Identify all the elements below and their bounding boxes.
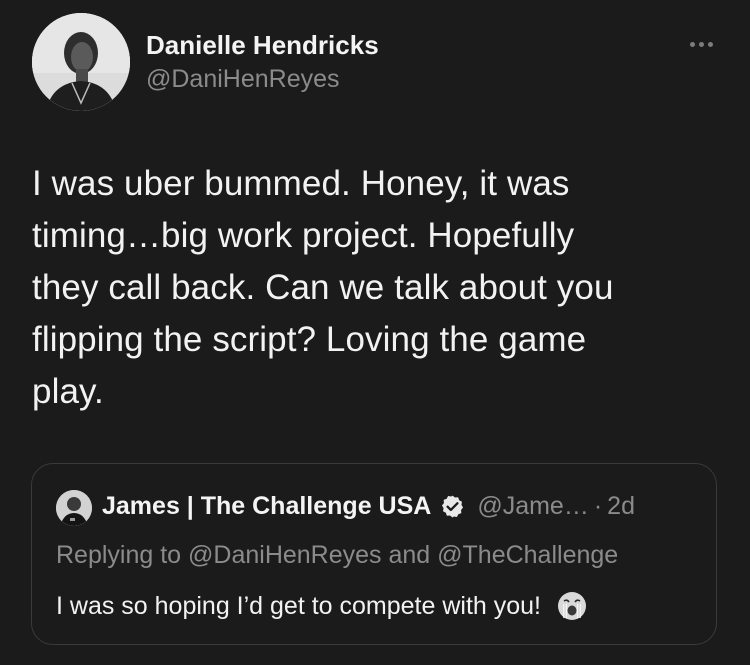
- replying-to-text: Replying to @DaniHenReyes and @TheChalle…: [56, 541, 619, 569]
- tweet-text-line: flipping the script? Loving the game: [32, 320, 587, 359]
- quoted-author-avatar[interactable]: [56, 490, 92, 526]
- quoted-tweet[interactable]: James | The Challenge USA @Jame… · 2d Re…: [31, 463, 717, 645]
- quoted-author-name[interactable]: James | The Challenge USA: [102, 492, 431, 521]
- tweet-text: I was uber bummed. Honey, it was timing……: [32, 158, 722, 418]
- quoted-tweet-body: I was so hoping I’d get to compete with …: [56, 591, 541, 620]
- separator-dot: ·: [593, 492, 603, 520]
- tweet-text-line: I was uber bummed. Honey, it was: [32, 164, 570, 203]
- quoted-header: James | The Challenge USA @Jame… · 2d: [102, 492, 635, 521]
- author-handle[interactable]: @DaniHenReyes: [146, 65, 340, 94]
- verified-badge-icon: [440, 494, 465, 519]
- quoted-author-handle[interactable]: @Jame…: [477, 492, 589, 521]
- more-horizontal-icon-dot: [699, 42, 704, 47]
- profile-photo-icon: [32, 13, 130, 111]
- more-horizontal-icon: [690, 42, 695, 47]
- tweet-text-line: they call back. Can we talk about you: [32, 268, 614, 307]
- author-name[interactable]: Danielle Hendricks: [146, 30, 379, 61]
- tweet-text-line: timing…big work project. Hopefully: [32, 216, 575, 255]
- profile-photo-icon: [56, 490, 92, 526]
- more-options-button[interactable]: [680, 30, 720, 60]
- quoted-tweet-text: I was so hoping I’d get to compete with …: [56, 591, 587, 621]
- tweet-text-line: play.: [32, 372, 104, 411]
- more-horizontal-icon-dot: [708, 42, 713, 47]
- author-avatar[interactable]: [32, 13, 130, 111]
- crying-face-emoji-icon: [557, 591, 587, 621]
- tweet-card: Danielle Hendricks @DaniHenReyes I was u…: [0, 0, 750, 665]
- quoted-timestamp[interactable]: 2d: [607, 492, 635, 521]
